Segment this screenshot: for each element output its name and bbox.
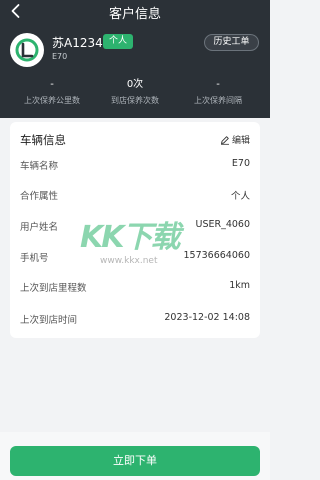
- info-row-last-visit: 上次到店时间 2023-12-02 14:08: [20, 312, 250, 326]
- row-value: E70: [231, 158, 250, 169]
- row-value: 2023-12-02 14:08: [164, 312, 250, 323]
- maintenance-stats: - 上次保养公里数 0次 到店保养次数 - 上次保养间隔: [0, 78, 270, 112]
- row-key: 手机号: [20, 253, 49, 264]
- row-key: 合作属性: [20, 191, 59, 202]
- info-row-phone: 手机号 15736664060: [20, 250, 250, 264]
- info-row-vehicle-name: 车辆名称 E70: [20, 158, 250, 172]
- row-key: 上次到店里程数: [20, 283, 87, 294]
- row-value: USER_4060: [195, 219, 250, 230]
- page-title: 客户信息: [108, 7, 161, 22]
- stat-value: 0次: [126, 79, 144, 90]
- place-order-button[interactable]: 立即下单: [10, 446, 260, 476]
- vehicle-model: E70: [52, 52, 68, 61]
- row-key: 上次到店时间: [20, 315, 78, 326]
- stat-value: -: [50, 79, 54, 90]
- row-value: 1km: [229, 280, 250, 291]
- stat-label: 上次保养公里数: [24, 96, 80, 105]
- nav-bar: 客户信息: [0, 0, 270, 24]
- stat-last-mileage: - 上次保养公里数: [7, 78, 97, 108]
- brand-logo-icon: [10, 33, 44, 67]
- stat-label: 到店保养次数: [111, 96, 159, 105]
- card-title: 车辆信息: [20, 133, 66, 147]
- pencil-icon: [220, 135, 229, 145]
- row-key: 用户姓名: [20, 222, 59, 233]
- edit-button[interactable]: 编辑: [220, 133, 250, 146]
- row-value: 15736664060: [183, 250, 251, 261]
- info-row-last-mileage: 上次到店里程数 1km: [20, 280, 250, 294]
- stat-visit-count: 0次 到店保养次数: [90, 78, 180, 108]
- stat-value: -: [216, 79, 220, 90]
- stat-label: 上次保养间隔: [194, 96, 242, 105]
- license-plate: 苏A12345: [52, 36, 111, 50]
- customer-type-badge: 个人: [103, 34, 134, 49]
- row-value: 个人: [230, 191, 250, 202]
- info-row-cooperation: 合作属性 个人: [20, 188, 250, 202]
- info-row-user-name: 用户姓名 USER_4060: [20, 219, 250, 233]
- customer-header: 客户信息 苏A12345 个人 E70 历史工单 - 上次保养公里数 0次 到店…: [0, 0, 270, 118]
- history-orders-button[interactable]: 历史工单: [204, 34, 259, 51]
- vehicle-info-card: 车辆信息 编辑 车辆名称 E70 合作属性 个人 用户姓名 USER_4060 …: [10, 122, 260, 338]
- edit-label: 编辑: [231, 136, 250, 146]
- row-key: 车辆名称: [20, 161, 59, 172]
- stat-last-interval: - 上次保养间隔: [173, 78, 263, 108]
